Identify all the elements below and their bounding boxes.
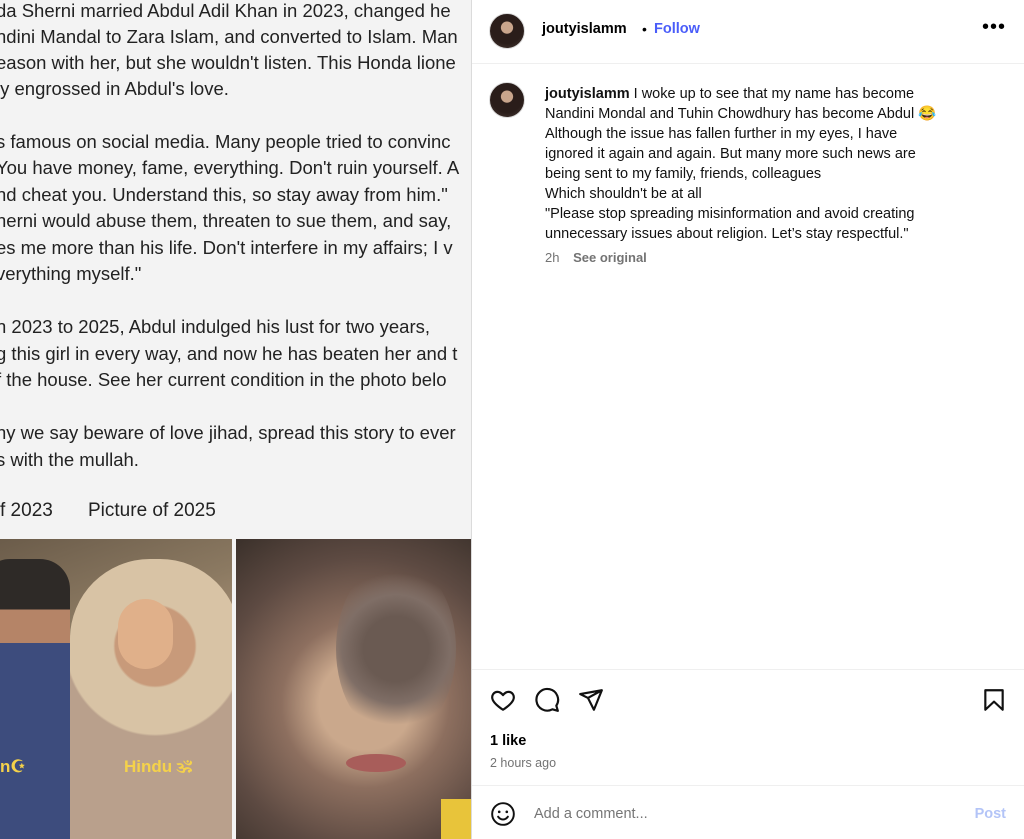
caption-line: unnecessary issues about religion. Let’s…: [545, 226, 909, 242]
caption-line: Which shouldn't be at all: [545, 186, 702, 202]
screenshot-line: You have money, fame, everything. Don't …: [0, 157, 460, 178]
caption-line: Although the issue has fallen further in…: [545, 126, 898, 142]
post-header: joutyislamm • Follow •••: [472, 0, 1024, 64]
caption-line: "Please stop spreading misinformation an…: [545, 206, 915, 222]
caption-body: joutyislamm I woke up to see that my nam…: [545, 84, 1005, 244]
comment-bar: Post: [472, 785, 1024, 839]
screenshot-line: hy we say beware of love jihad, spread t…: [0, 422, 456, 443]
comment-input[interactable]: [534, 806, 934, 822]
shared-post-image: da Sherni married Abdul Adil Khan in 202…: [0, 0, 471, 839]
emoji-icon[interactable]: [490, 801, 516, 827]
caption-line: ignored it again and again. But many mor…: [545, 146, 916, 162]
caption-line: Nandini Mondal and Tuhin Chowdhury has b…: [545, 106, 937, 122]
man-figure: [0, 559, 70, 839]
post-time-ago: 2 hours ago: [490, 756, 557, 770]
action-bar: 1 like 2 hours ago: [472, 669, 1024, 785]
caption-2025: Picture of 2025: [88, 500, 216, 521]
follow-button[interactable]: Follow: [654, 21, 700, 37]
face-mouth: [346, 754, 406, 772]
caption-2023: f 2023: [0, 500, 53, 521]
comment-icon[interactable]: [534, 687, 560, 713]
woman-face: [118, 599, 173, 669]
caption-avatar[interactable]: [489, 82, 525, 118]
yellow-patch: [441, 799, 471, 839]
screenshot-line: s with the mullah.: [0, 449, 139, 470]
screenshot-line: s famous on social media. Many people tr…: [0, 131, 451, 152]
screenshot-line: es me more than his life. Don't interfer…: [0, 237, 453, 258]
screenshot-line: da Sherni married Abdul Adil Khan in 202…: [0, 0, 451, 21]
religion-tag-hindu: Hindu 🕉: [124, 757, 193, 776]
heart-icon[interactable]: [490, 687, 516, 713]
screenshot-line: verything myself.": [0, 263, 142, 284]
more-options-icon[interactable]: •••: [982, 16, 1006, 39]
photo-2023: n☪ Hindu 🕉: [0, 539, 232, 839]
face-blot: [336, 559, 456, 739]
screenshot-line: g this girl in every way, and now he has…: [0, 343, 458, 364]
likes-count[interactable]: 1 like: [490, 733, 526, 749]
avatar[interactable]: [489, 13, 525, 49]
caption-username[interactable]: joutyislamm: [545, 86, 630, 102]
share-icon[interactable]: [578, 687, 604, 713]
screenshot-line: nd cheat you. Understand this, so stay a…: [0, 184, 448, 205]
screenshot-line: eason with her, but she wouldn't listen.…: [0, 52, 456, 73]
separator-dot: •: [642, 21, 647, 37]
screenshot-line: n 2023 to 2025, Abdul indulged his lust …: [0, 316, 431, 337]
screenshot-line: ndini Mandal to Zara Islam, and converte…: [0, 26, 458, 47]
caption-time[interactable]: 2h: [545, 250, 559, 265]
header-username[interactable]: joutyislamm: [542, 21, 627, 37]
screenshot-line: f the house. See her current condition i…: [0, 369, 447, 390]
caption-line: being sent to my family, friends, collea…: [545, 166, 822, 182]
post-sidebar: joutyislamm • Follow ••• joutyislamm I w…: [472, 0, 1024, 839]
photo-2025: [236, 539, 471, 839]
screenshot-line: herni would abuse them, threaten to sue …: [0, 210, 452, 231]
caption-meta: 2h See original: [545, 250, 647, 265]
bookmark-icon[interactable]: [981, 687, 1007, 713]
caption-line: I woke up to see that my name has become: [633, 86, 915, 102]
screenshot-line: ly engrossed in Abdul's love.: [0, 78, 229, 99]
see-original-button[interactable]: See original: [573, 250, 647, 265]
religion-tag-left: n☪: [0, 757, 26, 776]
post-comment-button[interactable]: Post: [975, 806, 1006, 822]
